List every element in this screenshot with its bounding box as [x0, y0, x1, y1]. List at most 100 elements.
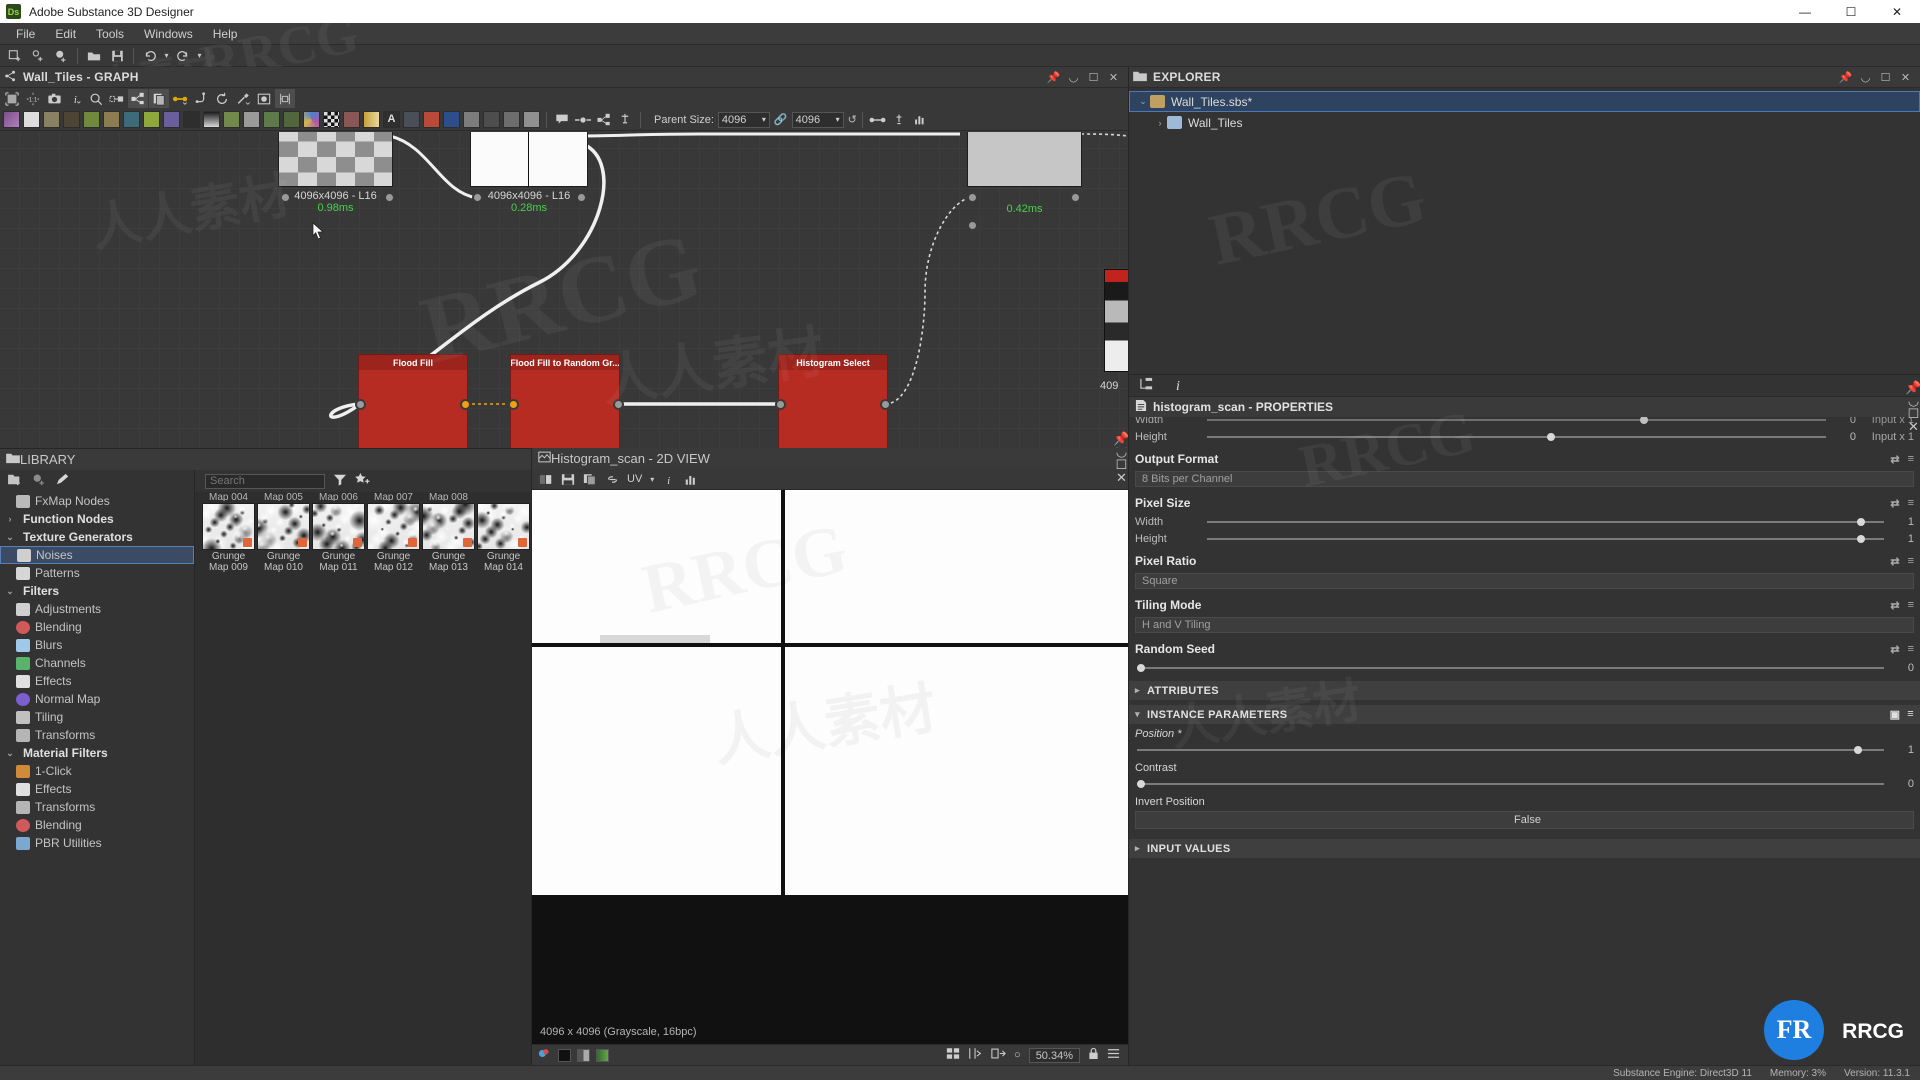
menu-param-icon[interactable]: ≡ [1908, 453, 1914, 466]
link-image-icon[interactable] [602, 470, 622, 489]
gray-swatch-icon[interactable] [577, 1048, 590, 1062]
pixel-ratio-field[interactable]: Square [1135, 573, 1914, 589]
library-tree-item-1-click[interactable]: 1-Click [0, 762, 194, 780]
library-thumbnail-item[interactable]: Grunge Map 010 [257, 503, 310, 574]
copy-icon[interactable] [149, 89, 169, 108]
node-c-input-port-2[interactable] [967, 220, 978, 231]
parent-size-height-select[interactable]: 4096 ▾ [791, 111, 844, 128]
node-sun-icon[interactable] [442, 110, 461, 129]
edit-icon[interactable] [56, 473, 70, 489]
flood-fill-random-node[interactable]: Flood Fill to Random Gr... [510, 354, 620, 448]
library-tree-item-noises[interactable]: Noises [0, 546, 194, 564]
menu-edit[interactable]: Edit [45, 25, 86, 43]
menu-icon[interactable] [1107, 1047, 1120, 1063]
link-param-icon-5[interactable]: ⇄ [1890, 643, 1899, 656]
view2d-canvas[interactable]: 4096 x 4096 (Grayscale, 16bpc) 人人素材 RRCG [532, 490, 1130, 1044]
position-slider[interactable] [1137, 745, 1884, 754]
library-thumbnail-item[interactable]: Grunge Map 014 [477, 503, 530, 574]
library-tree-item-function-nodes[interactable]: › Function Nodes [0, 510, 194, 528]
node-copy-icon[interactable] [22, 110, 41, 129]
one-to-one-icon[interactable]: 1:1 [23, 89, 43, 108]
connect-icon[interactable] [868, 110, 888, 129]
node-c[interactable]: 0.42ms [967, 132, 1082, 215]
node-b-input-port[interactable] [472, 192, 483, 203]
node-checker-icon[interactable] [322, 110, 341, 129]
pin-icon[interactable]: 📌 [1839, 71, 1853, 84]
pixel-height-slider[interactable] [1207, 534, 1884, 543]
menu-file[interactable]: File [6, 25, 45, 43]
prop-width-slider[interactable] [1207, 417, 1826, 424]
pixel-size-height-row[interactable]: Height 1 [1129, 530, 1920, 547]
instance-parameters-section[interactable]: ▾ INSTANCE PARAMETERS ▣ ≡ [1129, 705, 1920, 724]
flood-fill-random-input-port[interactable] [508, 399, 519, 410]
open-icon[interactable] [83, 46, 105, 66]
close-icon[interactable]: ✕ [1899, 71, 1912, 84]
library-tree-item-blending[interactable]: Blending [0, 816, 194, 834]
library-tree-item-material-filters[interactable]: ⌄ Material Filters [0, 744, 194, 762]
link-param-icon-3[interactable]: ⇄ [1890, 555, 1899, 568]
properties-body[interactable]: Width 0 Input x 1 Height 0 Input x 1 Out… [1129, 417, 1920, 1065]
rgb-swatch-icon[interactable] [596, 1048, 609, 1062]
undo-icon[interactable] [139, 46, 161, 66]
node-shuffle-icon[interactable] [62, 110, 81, 129]
redo-dropdown-icon[interactable]: ▾ [195, 46, 204, 66]
library-thumbnail-item[interactable]: Grunge Map 012 [367, 503, 420, 574]
navigation-icon[interactable] [594, 110, 614, 129]
restore-icon[interactable]: ◡ [1067, 71, 1080, 84]
ratio-icon[interactable] [991, 1047, 1006, 1063]
prop-row-width-clipped[interactable]: Width 0 Input x 1 [1129, 417, 1920, 428]
node-a-output-port[interactable] [384, 192, 395, 203]
library-thumbnail-item[interactable]: Grunge Map 011 [312, 503, 365, 574]
node-gradient-strip[interactable] [1104, 269, 1128, 372]
node-bitmap-icon[interactable] [2, 110, 21, 129]
link-param-icon-2[interactable]: ⇄ [1890, 497, 1899, 510]
chevron-down-icon[interactable]: ⌄ [4, 748, 16, 759]
library-tree-item-blurs[interactable]: Blurs [0, 636, 194, 654]
node-a-input-port[interactable] [280, 192, 291, 203]
search-input[interactable] [205, 473, 325, 489]
node-mirror-icon[interactable] [482, 110, 501, 129]
menu-param-icon-4[interactable]: ≡ [1908, 599, 1914, 612]
library-tree-item-tiling[interactable]: Tiling [0, 708, 194, 726]
new-material-icon[interactable] [50, 46, 72, 66]
grid-icon[interactable] [946, 1047, 960, 1063]
node-b[interactable]: 4096x4096 - L16 0.28ms [470, 132, 588, 214]
library-tree-item-patterns[interactable]: Patterns [0, 564, 194, 582]
contrast-row[interactable]: 0 [1129, 775, 1920, 792]
maximize-icon[interactable]: ☐ [1087, 71, 1100, 84]
node-split-icon[interactable] [502, 110, 521, 129]
node-ramp-icon[interactable] [362, 110, 381, 129]
node-levels-icon[interactable] [202, 110, 221, 129]
node-curve-icon[interactable] [82, 110, 101, 129]
menu-preset-icon[interactable]: ≡ [1907, 708, 1914, 721]
histogram-select-input-port[interactable] [775, 399, 786, 410]
node-flood-icon[interactable] [422, 110, 441, 129]
circle-icon[interactable]: ○ [1014, 1049, 1021, 1061]
chevron-right-icon[interactable]: › [1153, 118, 1167, 128]
library-tree-item-blending[interactable]: Blending [0, 618, 194, 636]
close-button[interactable]: ✕ [1874, 0, 1920, 23]
chevron-down-icon[interactable]: ⌄ [4, 586, 16, 597]
node-emboss-icon[interactable] [402, 110, 421, 129]
tools-icon[interactable] [233, 89, 253, 108]
pixel-size-width-row[interactable]: Width 1 [1129, 513, 1920, 530]
properties-info-icon[interactable]: i [1172, 377, 1184, 395]
link-param-icon-4[interactable]: ⇄ [1890, 599, 1899, 612]
filter-icon[interactable] [333, 473, 347, 489]
lock-icon[interactable] [1088, 1047, 1099, 1063]
search-icon[interactable] [86, 89, 106, 108]
color-picker-icon[interactable] [538, 1047, 552, 1063]
restore-icon[interactable]: ◡ [1859, 71, 1872, 84]
library-thumbnail-item[interactable]: Grunge Map 009 [202, 503, 255, 574]
node-c-input-port[interactable] [967, 192, 978, 203]
hierarchy-icon[interactable] [1139, 377, 1154, 394]
node-noise-icon[interactable] [282, 110, 301, 129]
uv-dropdown-icon[interactable]: ▾ [647, 470, 657, 489]
library-tree-item-effects[interactable]: Effects [0, 780, 194, 798]
attributes-section[interactable]: ▸ ATTRIBUTES [1129, 681, 1920, 700]
histogram-icon[interactable] [681, 470, 701, 489]
flood-fill-random-output-port[interactable] [613, 399, 624, 410]
node-shape-icon[interactable] [222, 110, 241, 129]
menu-param-icon-5[interactable]: ≡ [1908, 643, 1914, 656]
node-drop-icon[interactable] [102, 110, 121, 129]
